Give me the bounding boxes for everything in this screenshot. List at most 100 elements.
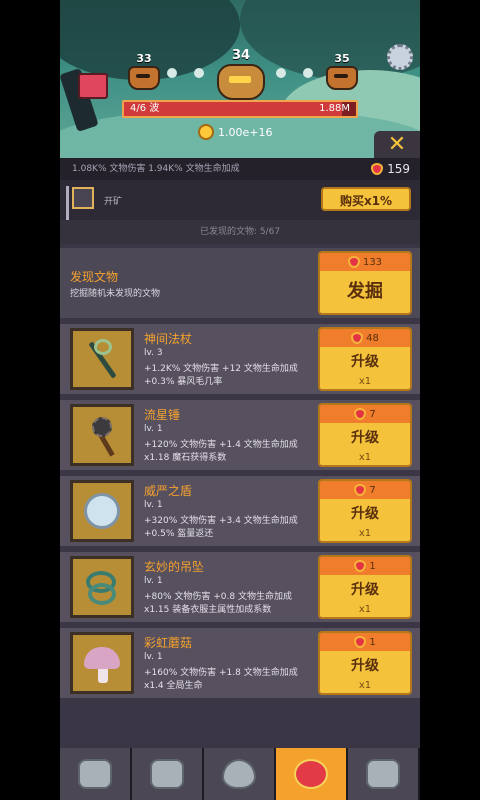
upgrade-button[interactable]: 1 升级 x1: [318, 631, 412, 695]
staff-icon: [80, 337, 124, 381]
relic-icon-box: [70, 404, 134, 466]
upgrade-button[interactable]: 48 升级 x1: [318, 327, 412, 391]
upgrade-multiplier: x1: [320, 529, 410, 541]
gear-icon[interactable]: [387, 44, 413, 70]
dig-button[interactable]: 133 发掘: [318, 251, 412, 315]
upgrade-label: 升级: [320, 651, 410, 681]
stage-dot: [167, 68, 177, 78]
bottom-nav: [60, 748, 420, 800]
relic-icon-box: [70, 632, 134, 694]
dig-cost: 133: [320, 253, 410, 271]
relic-stats-text: 1.08K% 文物伤害 1.94K% 文物生命加成: [72, 164, 240, 174]
upgrade-cost: 7: [320, 481, 410, 499]
relic-level: lv. 1: [144, 576, 163, 586]
upgrade-multiplier: x1: [320, 681, 410, 693]
game-frame: 33 34 35 4/6 波 1.88M 1.00e+16 ✕ 1.08K% 文…: [60, 0, 420, 800]
gem-icon: [354, 636, 367, 648]
tab-chest[interactable]: [348, 748, 420, 800]
relic-effect-2: x1.18 魔石获得系数: [144, 453, 227, 463]
relic-effect-2: +0.5% 盔量返还: [144, 529, 214, 539]
relic-level: lv. 1: [144, 500, 163, 510]
stage-current-number: 34: [231, 48, 251, 63]
upgrade-cost-value: 1: [369, 560, 376, 572]
tab-relics[interactable]: [276, 748, 348, 800]
upgrade-multiplier: x1: [320, 605, 410, 617]
coin-icon: [198, 124, 214, 140]
relic-effect-1: +80% 文物伤害 +0.8 文物生命加成: [144, 592, 292, 602]
relic-icon-box: [70, 556, 134, 618]
mushroom-icon: [80, 641, 124, 685]
relic-level: lv. 1: [144, 424, 163, 434]
gem-icon: [354, 484, 367, 496]
armor-icon: [150, 759, 184, 789]
wave-label: 4/6 波: [130, 103, 160, 114]
relic-effect-1: +320% 文物伤害 +3.4 文物生命加成: [144, 516, 298, 526]
upgrade-cost-value: 7: [369, 408, 376, 420]
upgrade-cost-value: 48: [366, 332, 379, 344]
relic-level: lv. 1: [144, 652, 163, 662]
upgrade-cost: 7: [320, 405, 410, 423]
helmet-icon: [78, 759, 112, 789]
stage-prev-number: 33: [136, 52, 152, 65]
relic-item-mushroom: 彩虹蘑菇 lv. 1 +160% 文物伤害 +1.8 文物生命加成 x1.4 全…: [60, 628, 420, 698]
close-button[interactable]: ✕: [374, 131, 420, 158]
relic-name: 彩虹蘑菇: [144, 636, 193, 650]
boss-skull-icon: [217, 64, 265, 100]
upgrade-button[interactable]: 7 升级 x1: [318, 479, 412, 543]
relic-item-pendant: 玄妙的吊坠 lv. 1 +80% 文物伤害 +0.8 文物生命加成 x1.15 …: [60, 552, 420, 622]
gold-amount: 1.00e+16: [218, 125, 273, 139]
app-root: 33 34 35 4/6 波 1.88M 1.00e+16 ✕ 1.08K% 文…: [0, 0, 480, 800]
shield-icon: [80, 489, 124, 533]
upgrade-multiplier: x1: [320, 453, 410, 465]
relic-icon-box: [70, 328, 134, 390]
tab-helmet[interactable]: [60, 748, 132, 800]
upgrade-cost-value: 7: [369, 484, 376, 496]
upgrade-button[interactable]: 1 升级 x1: [318, 555, 412, 619]
gem-icon: [354, 408, 367, 420]
treasure-chest-icon[interactable]: [78, 73, 108, 99]
upgrade-label: 升级: [320, 347, 410, 377]
upgrade-label: 升级: [320, 499, 410, 529]
relic-icon-box: [70, 480, 134, 542]
relic-name: 流星锤: [144, 408, 181, 422]
gem-balance: 159: [371, 158, 410, 180]
upgrade-label: 升级: [320, 423, 410, 453]
stage-dot: [194, 68, 204, 78]
relic-item-staff: 神间法杖 lv. 3 +1.2K% 文物伤害 +12 文物生命加成 +0.3% …: [60, 324, 420, 394]
relic-effect-2: x1.4 全局生命: [144, 681, 203, 691]
dig-title: 发现文物: [70, 270, 119, 284]
relic-effect-1: +160% 文物伤害 +1.8 文物生命加成: [144, 668, 298, 678]
relic-item-mace: 流星锤 lv. 1 +120% 文物伤害 +1.4 文物生命加成 x1.18 魔…: [60, 400, 420, 470]
stage-next-number: 35: [334, 52, 350, 65]
relic-name: 神间法杖: [144, 332, 193, 346]
gem-icon: [347, 256, 360, 268]
chest-icon: [366, 759, 400, 789]
stats-bar: 1.08K% 文物伤害 1.94K% 文物生命加成 159: [60, 158, 420, 180]
tab-egg[interactable]: [204, 748, 276, 800]
stage-dot: [303, 68, 313, 78]
relic-effect-1: +1.2K% 文物伤害 +12 文物生命加成: [144, 364, 298, 374]
relic-item-shield: 威严之盾 lv. 1 +320% 文物伤害 +3.4 文物生命加成 +0.5% …: [60, 476, 420, 546]
stage-next: 35: [326, 52, 358, 90]
skull-icon: [326, 66, 358, 90]
relic-effect-1: +120% 文物伤害 +1.4 文物生命加成: [144, 440, 298, 450]
upgrade-button[interactable]: 7 升级 x1: [318, 403, 412, 467]
tab-armor[interactable]: [132, 748, 204, 800]
gem-count: 159: [387, 162, 410, 176]
dig-button-label: 发掘: [320, 271, 410, 313]
battle-scene: 33 34 35 4/6 波 1.88M 1.00e+16 ✕: [60, 0, 420, 158]
stage-current: 34: [217, 48, 265, 100]
mine-slot-icon: [72, 187, 94, 209]
relic-effect-2: x1.15 装备衣服主属性加成系数: [144, 605, 272, 615]
mace-icon: [80, 413, 124, 457]
mine-label: 开矿: [104, 197, 123, 207]
dig-description: 挖掘随机未发现的文物: [70, 289, 161, 299]
buy-x1-percent-button[interactable]: 购买x1%: [321, 187, 411, 211]
relic-name: 玄妙的吊坠: [144, 560, 205, 574]
upgrade-cost: 1: [320, 633, 410, 651]
boss-hp-value: 1.88M: [319, 103, 350, 114]
gold-display: 1.00e+16: [198, 124, 272, 140]
relic-name: 威严之盾: [144, 484, 193, 498]
upgrade-multiplier: x1: [320, 377, 410, 389]
stage-dot: [276, 68, 286, 78]
